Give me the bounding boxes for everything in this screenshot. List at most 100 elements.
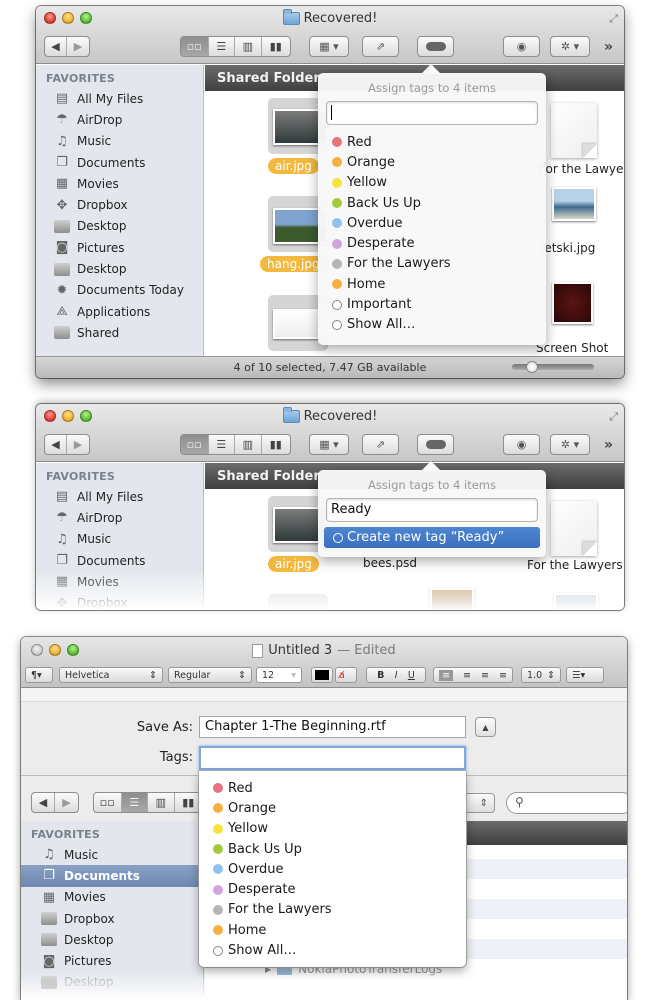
file-label[interactable]: For the Lawyers [539, 162, 624, 176]
sidebar-item-applications[interactable]: ⟁ Applications [36, 301, 203, 322]
sidebar-item-all-my-files[interactable]: ▤ All My Files [36, 486, 203, 507]
list-style-button[interactable]: ☰▾ [566, 667, 604, 683]
align-left-button[interactable]: ≡ [439, 669, 453, 681]
sidebar-item-pictures[interactable]: ◙ Pictures [21, 950, 203, 971]
file-label[interactable]: Screen Shot [536, 341, 608, 355]
sidebar-item-desktop-folder[interactable]: Desktop [36, 258, 203, 279]
tag-option-overdue[interactable]: Overdue [213, 859, 466, 879]
font-style-select[interactable]: Regular ⇕ [168, 667, 252, 683]
coverflow-view-button[interactable]: ▮▮ [175, 793, 202, 812]
sidebar-item-documents[interactable]: ❐ Documents [21, 865, 203, 887]
column-view-button[interactable]: ▥ [148, 793, 175, 812]
sidebar-item-dropbox[interactable]: Dropbox [21, 908, 203, 929]
tags-button[interactable] [417, 36, 454, 57]
sidebar-item-desktop[interactable]: Desktop [36, 216, 203, 237]
coverflow-view-button[interactable]: ▮▮ [262, 37, 290, 56]
image-thumbnail[interactable] [552, 282, 593, 324]
forward-button[interactable]: ▶ [67, 37, 89, 56]
tag-option-overdue[interactable]: Overdue [332, 213, 546, 233]
arrange-button[interactable]: ▦ ▾ [309, 434, 349, 455]
column-view-button[interactable]: ▥ [235, 37, 262, 56]
tag-option-show-all[interactable]: Show All… [332, 315, 546, 335]
back-button[interactable]: ◀ [45, 37, 68, 56]
sidebar-item-documents-today[interactable]: ✹ Documents Today [36, 280, 203, 301]
file-label[interactable]: air.jpg [268, 158, 319, 174]
sidebar-item-music[interactable]: ♫ Music [36, 131, 203, 152]
share-button[interactable]: ⇗ [362, 36, 399, 57]
column-view-button[interactable]: ▥ [235, 435, 262, 454]
tag-option-red[interactable]: Red [332, 132, 546, 152]
tags-button[interactable] [417, 434, 454, 455]
back-button[interactable]: ◀ [45, 435, 68, 454]
fullscreen-icon[interactable]: ⤢ [609, 410, 618, 424]
sidebar-item-movies[interactable]: ▦Movies [36, 173, 203, 194]
align-right-button[interactable]: ≡ [481, 670, 489, 681]
text-color-button[interactable] [311, 667, 333, 683]
list-view-button[interactable]: ☰ [121, 793, 149, 812]
document-icon[interactable] [551, 103, 597, 158]
tag-option-for-the-lawyers[interactable]: For the Lawyers [332, 254, 546, 274]
icon-view-button[interactable]: ▫▫ [181, 37, 209, 56]
tag-input[interactable]: Ready [326, 498, 538, 522]
tag-option-red[interactable]: Red [213, 778, 466, 798]
tag-option-important[interactable]: Important [332, 294, 546, 314]
share-button[interactable]: ⇗ [362, 434, 399, 455]
tag-option-orange[interactable]: Orange [332, 152, 546, 172]
sidebar-item-pictures[interactable]: ◙ Pictures [36, 237, 203, 258]
sidebar-item-shared[interactable]: Shared [36, 322, 203, 343]
icon-view-button[interactable]: ▫▫ [94, 793, 122, 812]
tag-option-back-us-up[interactable]: Back Us Up [332, 193, 546, 213]
quick-look-button[interactable]: ◉ [503, 434, 540, 455]
tag-option-home[interactable]: Home [332, 274, 546, 294]
create-tag-suggestion[interactable]: Create new tag “Ready” [324, 527, 540, 548]
search-field[interactable]: ⚲ [506, 792, 627, 814]
tag-option-desperate[interactable]: Desperate [332, 233, 546, 253]
justify-button[interactable]: ≡ [499, 670, 507, 681]
tag-option-home[interactable]: Home [213, 920, 466, 940]
quick-look-button[interactable]: ◉ [503, 36, 540, 57]
sidebar-item-documents[interactable]: ❐ Documents [36, 152, 203, 173]
bold-button[interactable]: B [377, 670, 384, 681]
tag-option-desperate[interactable]: Desperate [213, 879, 466, 899]
sidebar-item-airdrop[interactable]: ☂ AirDrop [36, 507, 203, 528]
sidebar-item-music[interactable]: ♫ Music [21, 844, 203, 865]
sidebar-item-airdrop[interactable]: ☂ AirDrop [36, 109, 203, 130]
sidebar-item-all-my-files[interactable]: ▤ All My Files [36, 88, 203, 109]
underline-button[interactable]: U [408, 670, 415, 681]
tags-field[interactable] [199, 746, 466, 770]
italic-button[interactable]: I [395, 670, 398, 681]
action-button[interactable]: ✲ ▾ [550, 434, 590, 455]
sidebar-item-movies[interactable]: ▦Movies [21, 887, 203, 908]
action-button[interactable]: ✲ ▾ [550, 36, 590, 57]
paragraph-style-button[interactable]: ¶▾ [25, 667, 53, 683]
coverflow-view-button[interactable]: ▮▮ [262, 435, 290, 454]
line-spacing-select[interactable]: 1.0 ⇕ [521, 667, 561, 683]
highlight-color-button[interactable]: a̸ [335, 667, 357, 683]
icon-view-button[interactable]: ▫▫ [181, 435, 209, 454]
tag-option-yellow[interactable]: Yellow [332, 173, 546, 193]
file-label[interactable]: jetski.jpg [541, 241, 595, 255]
tag-option-orange[interactable]: Orange [213, 798, 466, 818]
toolbar-overflow-icon[interactable]: » [604, 437, 613, 453]
file-label[interactable]: hang.jpg [260, 256, 327, 272]
tag-input[interactable] [326, 101, 538, 125]
save-as-field[interactable]: Chapter 1-The Beginning.rtf [199, 716, 466, 738]
back-button[interactable]: ◀ [32, 793, 56, 812]
sidebar-item-desktop[interactable]: Desktop [21, 929, 203, 950]
document-icon[interactable] [551, 501, 597, 556]
tag-option-for-the-lawyers[interactable]: For the Lawyers [213, 900, 466, 920]
arrange-button[interactable]: ▦ ▾ [309, 36, 349, 57]
tag-option-back-us-up[interactable]: Back Us Up [213, 839, 466, 859]
list-view-button[interactable]: ☰ [209, 435, 236, 454]
font-family-select[interactable]: Helvetica ⇕ [59, 667, 163, 683]
tag-option-yellow[interactable]: Yellow [213, 819, 466, 839]
forward-button[interactable]: ▶ [55, 793, 78, 812]
sidebar-item-dropbox[interactable]: ✥Dropbox [36, 194, 203, 215]
file-label[interactable]: bees.psd [363, 556, 417, 570]
forward-button[interactable]: ▶ [67, 435, 89, 454]
align-center-button[interactable]: ≡ [463, 670, 471, 681]
icon-size-slider[interactable] [512, 361, 594, 373]
list-view-button[interactable]: ☰ [209, 37, 236, 56]
slider-knob[interactable] [526, 361, 538, 373]
expand-sheet-button[interactable]: ▲ [475, 717, 496, 737]
